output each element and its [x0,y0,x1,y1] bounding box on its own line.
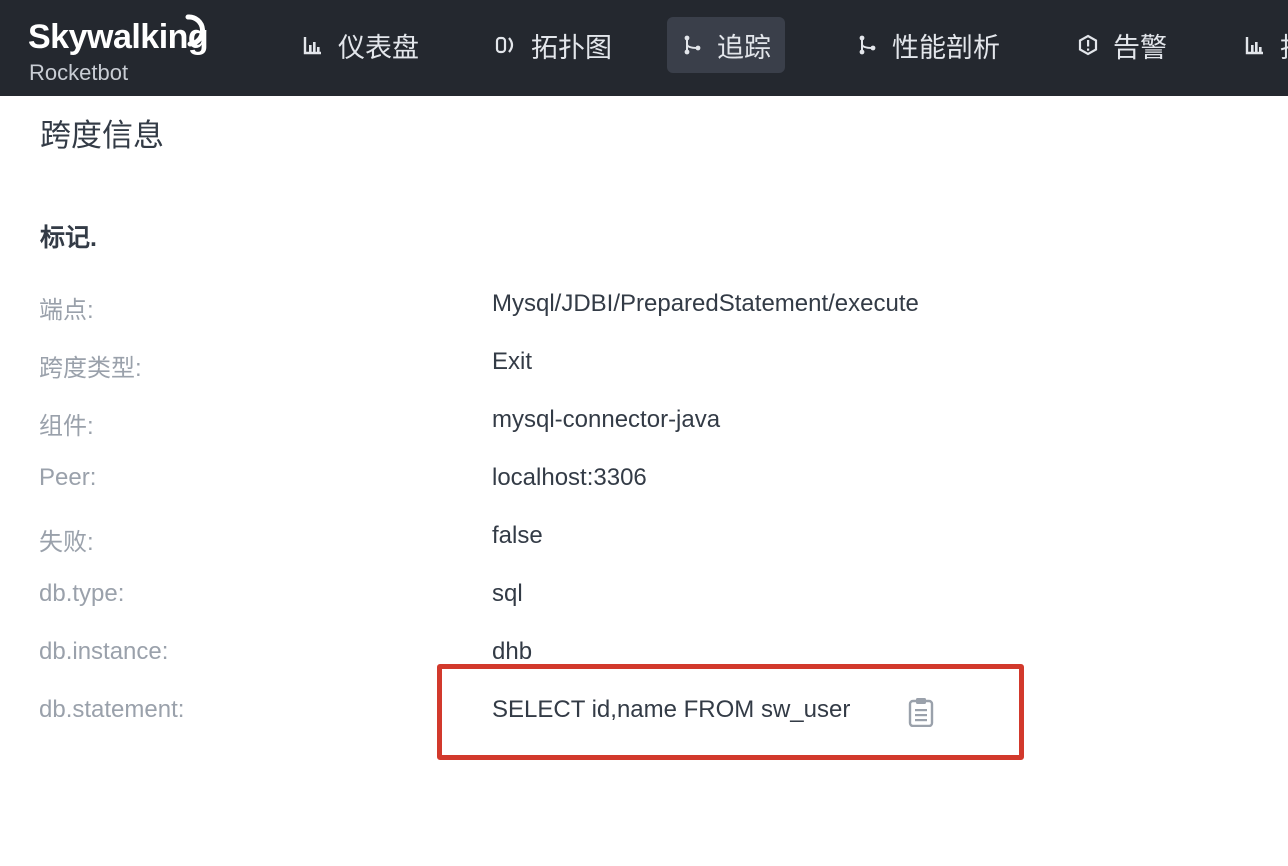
profile-branch-icon [856,34,878,56]
topology-icon [495,34,517,56]
detail-value: Mysql/JDBI/PreparedStatement/execute [492,290,919,317]
nav-item-label: 仪表盘 [338,32,419,63]
detail-value: false [492,522,543,549]
detail-row-span-type: 跨度类型: Exit [0,348,1288,388]
nav-item-label: 追踪 [717,32,771,63]
nav-item-label: 拓扑图 [531,32,612,63]
nav-item-dashboard[interactable]: 仪表盘 [288,17,433,73]
nav-item-label: 告警 [1113,32,1167,63]
detail-key: Peer: [39,464,97,491]
top-navigation-bar: Skywalking Rocketbot 仪表盘 拓扑图 追踪 性能剖析 告警 [0,0,1288,96]
nav-item-alarm[interactable]: 告警 [1063,17,1181,73]
detail-value: Exit [492,348,533,375]
nav-item-profile[interactable]: 性能剖析 [842,17,1014,73]
nav-item-topology[interactable]: 拓扑图 [481,17,626,73]
detail-value: sql [492,580,523,607]
trace-branch-icon [681,34,703,56]
detail-row-error: 失败: false [0,522,1288,562]
detail-row-endpoint: 端点: Mysql/JDBI/PreparedStatement/execute [0,290,1288,330]
detail-row-db-type: db.type: sql [0,580,1288,620]
bar-chart-icon [1244,34,1266,56]
detail-key: 端点: [39,297,94,324]
page-title: 跨度信息 [40,118,164,153]
detail-key: db.statement: [39,696,185,723]
nav-item-trace[interactable]: 追踪 [667,17,785,73]
alarm-icon [1077,34,1099,56]
logo-arc-icon [185,14,205,47]
detail-key: db.instance: [39,638,169,665]
detail-row-component: 组件: mysql-connector-java [0,406,1288,446]
detail-value: mysql-connector-java [492,406,721,433]
bar-chart-icon [302,34,324,56]
statement-highlight-box [437,664,1024,760]
tags-subtitle: 标记. [40,224,97,252]
brand-subtitle: Rocketbot [29,60,129,85]
nav-item-metrics[interactable]: 指 [1230,17,1288,73]
detail-key: 失败: [39,529,94,556]
detail-key: 组件: [39,413,94,440]
detail-value: dhb [492,638,533,665]
detail-row-peer: Peer: localhost:3306 [0,464,1288,504]
detail-value: localhost:3306 [492,464,647,491]
nav-item-label: 性能剖析 [892,32,1000,63]
detail-key: db.type: [39,580,125,607]
detail-key: 跨度类型: [39,355,142,382]
nav-item-label: 指 [1280,26,1288,65]
